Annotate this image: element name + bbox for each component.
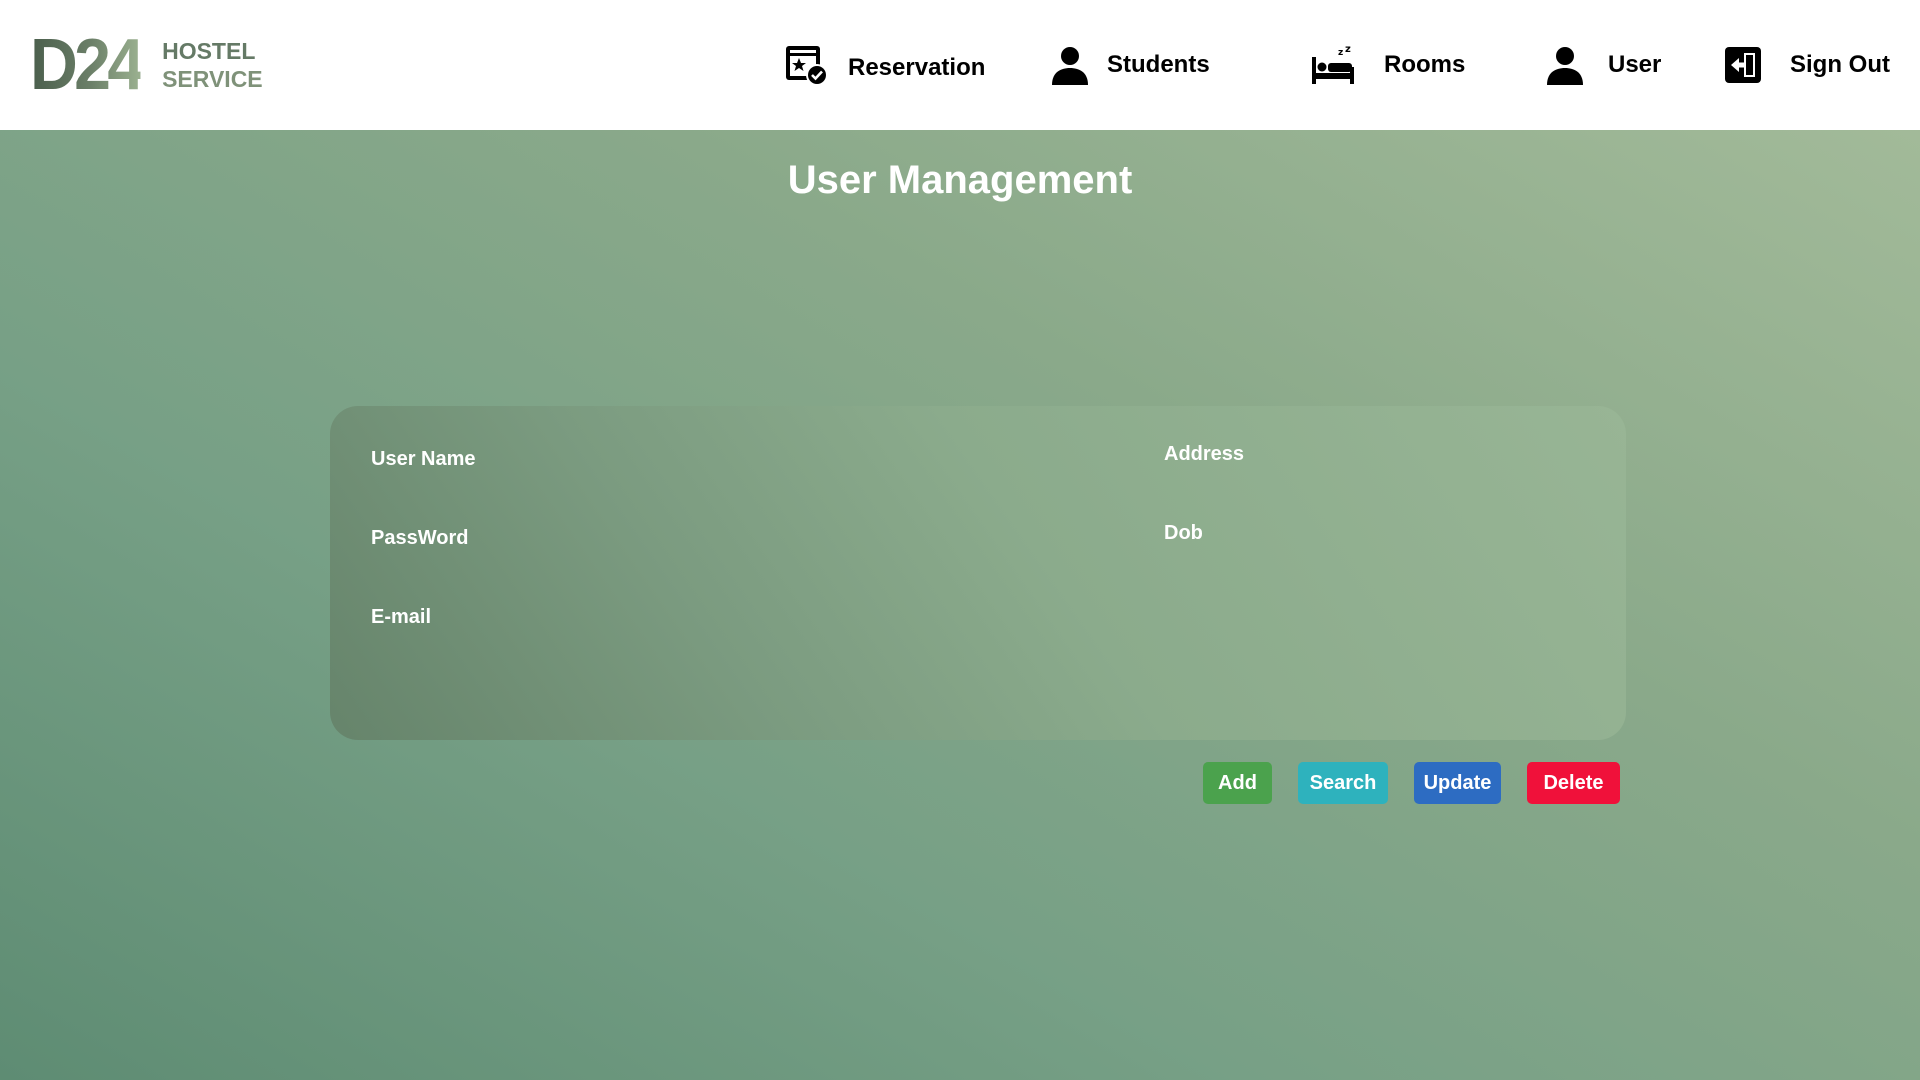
email-label: E-mail xyxy=(371,606,432,628)
main-content: User Management User Name PassWord E-mai… xyxy=(0,130,1920,1080)
delete-button[interactable]: Delete xyxy=(1527,762,1620,804)
logo-line-1: HOSTEL xyxy=(162,38,256,64)
nav-item-user[interactable]: User xyxy=(1544,0,1661,130)
nav-label-sign-out: Sign Out xyxy=(1790,51,1890,78)
address-label: Address xyxy=(1164,443,1245,465)
nav-label-rooms: Rooms xyxy=(1384,51,1466,78)
search-button[interactable]: Search xyxy=(1298,762,1388,804)
nav-item-sign-out[interactable]: Sign Out xyxy=(1722,0,1890,130)
dob-label: Dob xyxy=(1164,522,1203,544)
nav-item-students[interactable]: Students xyxy=(1049,0,1210,130)
logo-line-2: SERVICE xyxy=(162,66,263,92)
add-button[interactable]: Add xyxy=(1203,762,1272,804)
user-form-card: User Name PassWord E-mail Address Dob xyxy=(330,406,1626,740)
brand-logo[interactable]: D24 HOSTEL SERVICE xyxy=(30,25,263,105)
page-title: User Management xyxy=(787,158,1133,202)
user-name-label: User Name xyxy=(371,448,476,470)
nav-item-rooms[interactable]: z z Rooms xyxy=(1310,0,1465,130)
nav-label-students: Students xyxy=(1107,51,1210,78)
logo-mark: D24 xyxy=(30,25,144,105)
top-header: D24 HOSTEL SERVICE Reservation Students … xyxy=(0,0,1920,130)
svg-text:z: z xyxy=(1345,45,1351,55)
person-icon xyxy=(1544,44,1586,86)
svg-text:z: z xyxy=(1338,48,1343,58)
calendar-check-icon xyxy=(784,42,830,88)
bed-icon: z z xyxy=(1310,45,1356,85)
person-icon xyxy=(1049,44,1091,86)
sign-out-icon xyxy=(1722,44,1764,86)
update-button[interactable]: Update xyxy=(1414,762,1501,804)
nav-label-user: User xyxy=(1608,51,1662,78)
nav-label-reservation: Reservation xyxy=(848,54,986,81)
logo-text: HOSTEL SERVICE xyxy=(162,37,263,93)
nav-item-reservation[interactable]: Reservation xyxy=(784,0,985,130)
password-label: PassWord xyxy=(371,527,469,549)
